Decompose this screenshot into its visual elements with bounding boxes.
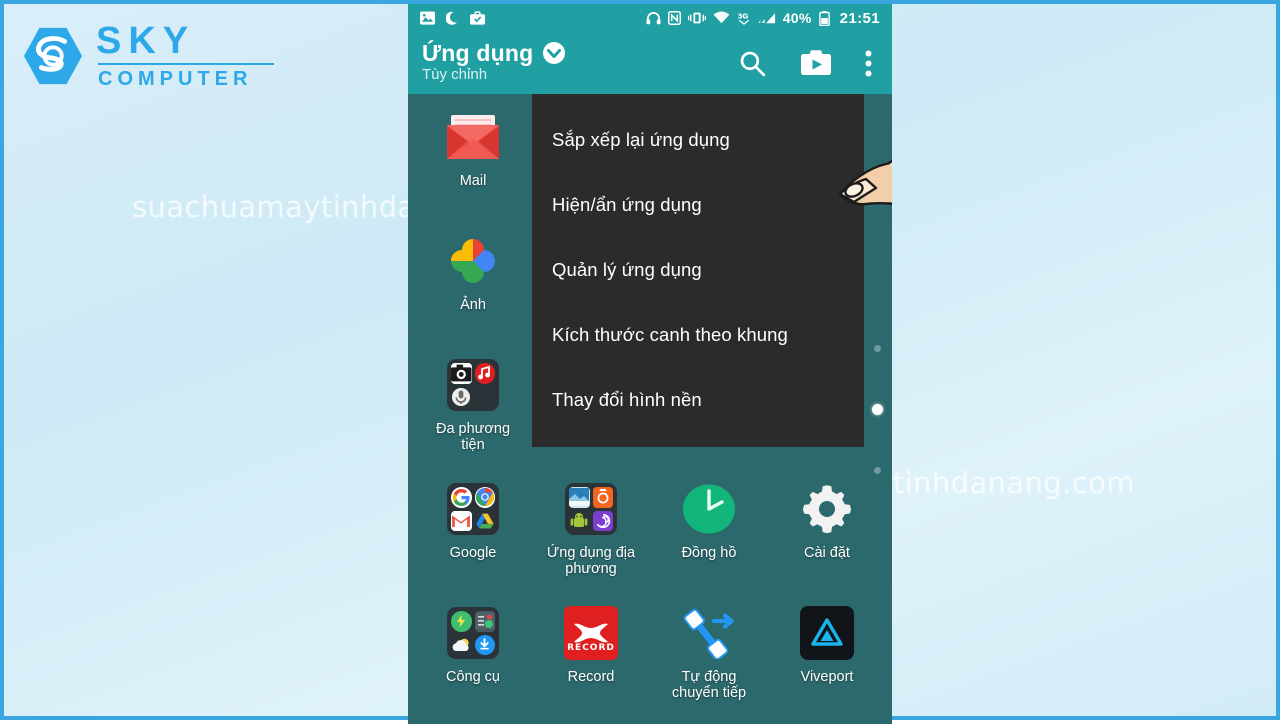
android-icon — [569, 511, 590, 532]
viveport-icon — [798, 604, 856, 662]
camera-local-icon — [592, 487, 613, 508]
app-drawer-header: Ứng dụng Tùy chỉnh — [408, 32, 892, 94]
mail-icon — [444, 108, 502, 166]
app-label: Mail — [459, 173, 487, 189]
menu-item-rearrange-apps[interactable]: Sắp xếp lại ứng dụng — [532, 129, 864, 151]
app-item-tools-folder[interactable]: Công cụ — [414, 598, 532, 722]
page-dot[interactable] — [874, 466, 881, 474]
chrome-icon — [474, 487, 495, 508]
app-item-clock[interactable]: Đồng hồ — [650, 474, 768, 598]
nfc-icon — [667, 11, 681, 25]
headphones-icon — [646, 11, 661, 25]
briefcase-check-icon — [470, 11, 485, 25]
status-bar: 3G 40% 21:51 — [408, 4, 892, 32]
page-dot-active[interactable] — [872, 403, 883, 415]
logo-computer-text: COMPUTER — [98, 68, 253, 90]
context-menu: Sắp xếp lại ứng dụng Hiện/ẩn ứng dụng Qu… — [532, 94, 892, 447]
battery-percent-label: 40% — [782, 10, 812, 26]
clock-icon — [680, 480, 738, 538]
menu-item-grid-size[interactable]: Kích thước canh theo khung — [532, 324, 864, 346]
downloads-icon — [474, 634, 495, 655]
chevron-down-circle-icon[interactable] — [542, 41, 566, 65]
page-indicator — [872, 94, 883, 724]
record-icon: RECORD — [562, 604, 620, 662]
settings-gear-icon — [798, 480, 856, 538]
battery-icon — [818, 10, 830, 26]
app-label: Viveport — [800, 669, 854, 685]
svg-text:RECORD: RECORD — [567, 643, 615, 653]
app-label: Ứng dụng địa phương — [546, 545, 636, 578]
search-icon[interactable] — [738, 49, 767, 78]
google-folder-icon — [444, 480, 502, 538]
music-icon — [474, 363, 495, 384]
tools-folder-icon — [444, 604, 502, 662]
voice-recorder-icon — [451, 387, 472, 408]
wifi-icon — [713, 11, 730, 25]
task-manager-icon — [474, 611, 495, 632]
image-icon — [420, 11, 435, 25]
phone-screenshot: 3G 40% 21:51 Ứng dụng Tùy chỉnh Mail Ảnh… — [408, 4, 892, 724]
play-store-icon[interactable] — [801, 49, 831, 77]
call-forward-icon — [680, 604, 738, 662]
app-item-settings[interactable]: Cài đặt — [768, 474, 886, 598]
app-item-record[interactable]: RECORD Record — [532, 598, 650, 722]
app-label: Cài đặt — [804, 545, 850, 561]
gmail-icon — [451, 510, 472, 531]
app-label: Record — [567, 669, 615, 685]
google-drive-icon — [475, 511, 496, 532]
menu-item-show-hide-apps[interactable]: Hiện/ẩn ứng dụng — [532, 194, 864, 216]
page-dot[interactable] — [874, 344, 881, 352]
app-item-photos[interactable]: Ảnh — [414, 226, 532, 350]
app-drawer-subtitle: Tùy chỉnh — [422, 66, 488, 84]
signal-bars-icon — [758, 11, 776, 25]
app-item-mail[interactable]: Mail — [414, 102, 532, 226]
local-apps-folder-icon — [562, 480, 620, 538]
status-bar-clock: 21:51 — [839, 9, 880, 27]
app-item-local-apps-folder[interactable]: Ứng dụng địa phương — [532, 474, 650, 598]
news-icon — [569, 487, 590, 508]
sky-hexagon-logo-icon — [23, 27, 83, 84]
screenshot-root: SKY COMPUTER suachuamaytinhdanang.com su… — [0, 0, 1280, 724]
vibrate-icon — [687, 11, 706, 25]
app-label: Đồng hồ — [681, 545, 737, 561]
logo-sky-text: SKY — [96, 20, 196, 62]
app-item-viveport[interactable]: Viveport — [768, 598, 886, 722]
sky-computer-logo: SKY COMPUTER — [22, 22, 274, 89]
overflow-menu-icon[interactable] — [865, 50, 872, 77]
power-boost-icon — [451, 611, 472, 632]
google-photos-icon — [444, 232, 502, 290]
app-label: Tự động chuyển tiếp — [671, 669, 747, 702]
menu-item-change-wallpaper[interactable]: Thay đổi hình nền — [532, 389, 864, 411]
app-label: Công cụ — [445, 669, 500, 685]
media-folder-icon — [444, 356, 502, 414]
app-label: Đa phương tiện — [435, 421, 511, 454]
app-label: Ảnh — [460, 297, 486, 313]
logo-divider — [98, 63, 274, 65]
app-item-call-forward[interactable]: Tự động chuyển tiếp — [650, 598, 768, 722]
spiral-icon — [592, 510, 613, 531]
page-title: Ứng dụng — [422, 40, 534, 67]
app-item-google-folder[interactable]: Google — [414, 474, 532, 598]
3g-network-icon: 3G — [737, 11, 751, 25]
camera-icon — [451, 363, 472, 384]
menu-item-manage-apps[interactable]: Quản lý ứng dụng — [532, 259, 864, 281]
weather-icon — [451, 635, 472, 656]
google-search-icon — [451, 487, 472, 508]
app-label: Google — [449, 545, 497, 561]
svg-text:G: G — [742, 11, 748, 20]
app-item-media-folder[interactable]: Đa phương tiện — [414, 350, 532, 474]
app-drawer-body: Mail Ảnh Đa phương tiện Google Ứng dụng … — [408, 94, 892, 724]
moon-icon — [446, 11, 459, 25]
